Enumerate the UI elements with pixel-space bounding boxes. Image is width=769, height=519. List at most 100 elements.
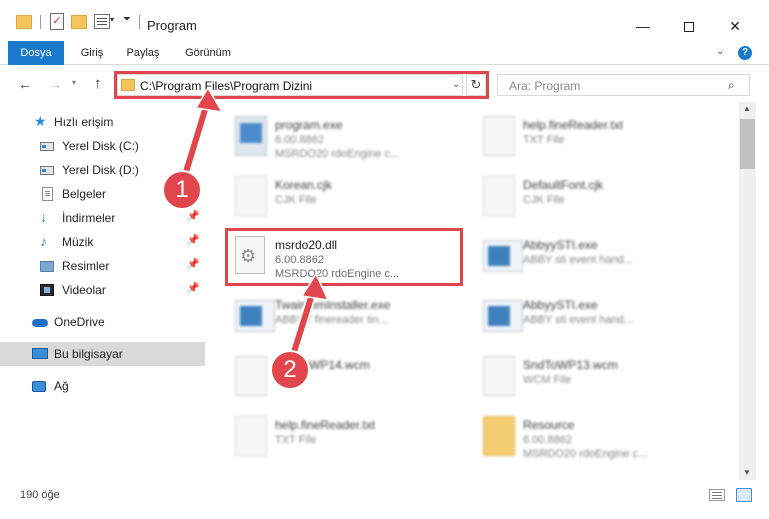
up-arrow-icon[interactable]: ↑ xyxy=(94,75,102,92)
file-icon xyxy=(483,356,515,396)
details-view-icon[interactable] xyxy=(709,489,725,501)
file-name: AbbyySTI.exe xyxy=(523,238,598,252)
sidebar-item-pictures[interactable]: Resimler 📌 xyxy=(0,254,205,278)
pin-icon[interactable]: 📌 xyxy=(187,259,199,270)
sidebar-item-network[interactable]: Ağ xyxy=(0,374,205,398)
disk-icon xyxy=(40,166,54,175)
file-type: TXT File xyxy=(275,434,317,446)
music-icon: ♪ xyxy=(40,233,47,249)
file-item-twain-installer[interactable]: TwainmmInstaller.exe ABBYY finereader ti… xyxy=(229,288,459,346)
sidebar-item-label: Resimler xyxy=(62,259,110,273)
file-item-resource-folder[interactable]: Resource 6.00.8862 MSRDO20 rdoEngine c..… xyxy=(477,408,707,466)
vertical-scrollbar[interactable]: ▲ ▼ xyxy=(739,102,756,480)
customize-toolbar-icon[interactable]: ⏷ xyxy=(123,14,131,25)
back-arrow-icon[interactable]: ← xyxy=(18,76,32,92)
file-description: ABBYY finereader tin... xyxy=(275,314,388,326)
file-name: help.fineReader.txt xyxy=(523,118,624,132)
file-name: program.exe xyxy=(275,118,343,132)
file-name: Resource xyxy=(523,418,575,432)
file-type: TXT File xyxy=(523,134,565,146)
tiles-view-icon[interactable] xyxy=(736,488,752,502)
file-name: AbbyySTI.exe xyxy=(523,298,598,312)
title-divider xyxy=(139,15,140,29)
toolbar-divider xyxy=(40,15,41,29)
properties-check-icon[interactable]: ✓ xyxy=(50,13,64,30)
file-type: CJK File xyxy=(275,194,317,206)
file-name: help.fineReader.txt xyxy=(275,418,376,432)
documents-icon xyxy=(42,187,53,201)
window-title: Program xyxy=(147,18,197,33)
sidebar-item-label: Yerel Disk (D:) xyxy=(62,163,139,177)
pin-icon[interactable]: 📌 xyxy=(187,235,199,246)
search-icon[interactable]: ⌕ xyxy=(728,78,735,93)
file-item-defaultfont-cjk[interactable]: DefaultFont.cjk CJK File xyxy=(477,168,707,226)
maximize-icon xyxy=(684,22,694,33)
file-type: WCM File xyxy=(523,374,572,386)
sidebar-item-label: İndirmeler xyxy=(62,211,116,225)
app-icon xyxy=(483,240,523,272)
sidebar-item-label: Belgeler xyxy=(62,187,107,201)
sidebar-item-disk-c[interactable]: Yerel Disk (C:) xyxy=(0,134,205,158)
help-icon[interactable]: ? xyxy=(738,46,752,60)
pin-icon[interactable]: 📌 xyxy=(187,211,199,222)
minimize-button[interactable]: — xyxy=(620,12,666,40)
sidebar-item-label: Bu bilgisayar xyxy=(54,347,123,361)
file-item-korean-cjk[interactable]: Korean.cjk CJK File xyxy=(229,168,459,226)
tab-paylas[interactable]: Paylaş xyxy=(120,41,166,65)
sidebar-item-label: Müzik xyxy=(62,235,94,249)
pin-icon[interactable]: 📌 xyxy=(187,283,199,294)
refresh-button[interactable]: ↻ xyxy=(466,74,486,96)
file-icon xyxy=(235,356,267,396)
maximize-button[interactable] xyxy=(666,12,712,40)
sidebar-item-videos[interactable]: Videolar 📌 xyxy=(0,278,205,302)
scrollbar-thumb[interactable] xyxy=(740,119,755,169)
forward-arrow-icon[interactable]: → xyxy=(48,76,62,92)
file-name: TwainmmInstaller.exe xyxy=(275,298,391,312)
address-row: ← → ▾ ↑ C:\Program Files\Program Dizini … xyxy=(0,66,769,102)
file-description: MSRDO20 rdoEngine c... xyxy=(275,148,400,160)
recent-locations-chevron-icon[interactable]: ▾ xyxy=(72,78,76,87)
scroll-up-icon[interactable]: ▲ xyxy=(743,104,751,113)
folder-icon[interactable] xyxy=(16,15,32,29)
file-item-program-exe[interactable]: program.exe 6.00.8862 MSRDO20 rdoEngine … xyxy=(229,108,459,166)
item-count: 190 öğe xyxy=(20,489,60,501)
network-icon xyxy=(32,381,46,392)
file-item-sndtowp13[interactable]: SndToWP13.wcm WCM File xyxy=(477,348,707,406)
sidebar-item-this-pc[interactable]: Bu bilgisayar xyxy=(0,342,205,366)
file-item-help-txt[interactable]: help.fineReader.txt TXT File xyxy=(477,108,707,166)
computer-icon xyxy=(32,348,48,359)
close-button[interactable]: ✕ xyxy=(712,12,758,40)
file-version: 6.00.8862 xyxy=(523,434,572,446)
tab-dosya[interactable]: Dosya xyxy=(8,41,64,65)
navigation-pane: ★ Hızlı erişim Yerel Disk (C:) Yerel Dis… xyxy=(0,102,205,480)
properties-icon[interactable] xyxy=(94,14,110,29)
chevron-down-icon[interactable]: ▾ xyxy=(110,15,114,24)
tab-giris[interactable]: Giriş xyxy=(72,41,112,65)
tab-gorunum[interactable]: Görünüm xyxy=(176,41,240,65)
expand-ribbon-icon[interactable]: ⌄ xyxy=(716,46,724,57)
exe-icon xyxy=(235,116,267,156)
app-icon xyxy=(235,300,275,332)
scroll-down-icon[interactable]: ▼ xyxy=(743,468,751,477)
sidebar-item-label: Yerel Disk (C:) xyxy=(62,139,139,153)
pictures-icon xyxy=(40,261,54,272)
address-highlight-box xyxy=(114,71,489,99)
star-icon: ★ xyxy=(34,113,47,129)
sidebar-item-label: OneDrive xyxy=(54,315,105,329)
search-input[interactable]: Ara: Program ⌕ xyxy=(497,74,750,96)
search-placeholder: Ara: Program xyxy=(509,79,581,93)
sidebar-item-downloads[interactable]: ↓ İndirmeler 📌 xyxy=(0,206,205,230)
file-item-sndtowp14[interactable]: SndToWP14.wcm xyxy=(229,348,459,406)
file-item-abbyysti-exe-2[interactable]: AbbyySTI.exe ABBY sti event hand... xyxy=(477,288,707,346)
folder-icon xyxy=(483,416,515,456)
sidebar-item-onedrive[interactable]: OneDrive xyxy=(0,310,205,334)
text-file-icon xyxy=(483,116,515,156)
downloads-icon: ↓ xyxy=(40,209,47,225)
file-item-help-txt-2[interactable]: help.fineReader.txt TXT File xyxy=(229,408,459,466)
file-item-abbyysti-exe[interactable]: AbbyySTI.exe ABBY sti event hand... xyxy=(477,228,707,286)
sidebar-item-label: Ağ xyxy=(54,379,69,393)
new-folder-icon[interactable] xyxy=(71,15,87,29)
file-name: SndToWP13.wcm xyxy=(523,358,618,372)
sidebar-item-quick-access[interactable]: ★ Hızlı erişim xyxy=(0,110,205,134)
sidebar-item-music[interactable]: ♪ Müzik 📌 xyxy=(0,230,205,254)
